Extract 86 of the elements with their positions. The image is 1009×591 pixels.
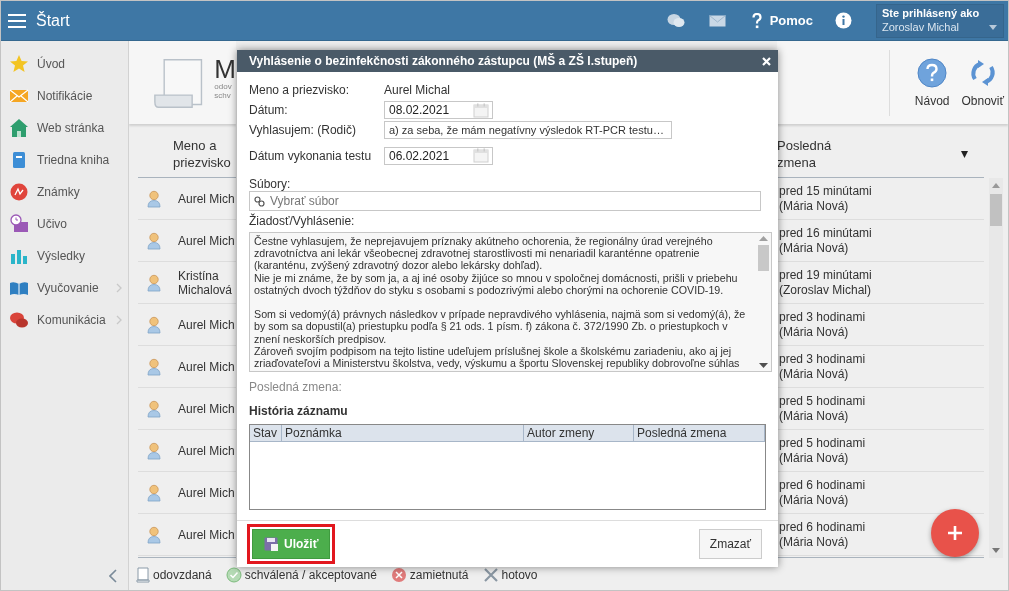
chat-icon <box>9 310 29 330</box>
statement-text-area[interactable]: Čestne vyhlasujem, že neprejavujem príznaky akútneho ochorenia, že regionálny úrad verejného zdravotníctva ani lekár všeobecnej zdravotnej starostlivosti mi nenariadil karanténne opatrenie (karanténu, zvýšený zdravotný dozor alebo lekársky dohľad). Nie je mi známe, že by som ja, a aj iné osoby žijúce so mnou v spoločnej domácnosti, prišli v priebehu ostatných dvoch týždňov do styku s osobami s podozrivými alebo chorými na ochorenie COVID-19. Som si vedomý(á) právnych následkov v prípade nepravdivého vyhlásenia, najmä som si vedomý(á), že by som sa dopustil(a) priestupku podľa § 21 ods. 1 písm. f) zákona č. 372/1990 Zb. o priestupkoch v znení neskorších predpisov. Zároveň svojím podpisom na tejto listine udeľujem príslušnej škole a školskému zariadeniu, ako aj jej zriaďovateľovi a Ministerstvu školstva, vedy, výskumu a športu Slovenskej republiky dobrovoľne súhlas <box>249 232 772 373</box>
field-label: Dátum: <box>249 103 289 117</box>
plus-icon <box>947 525 963 541</box>
question-mark-icon[interactable] <box>751 12 762 29</box>
person-icon <box>147 483 161 502</box>
page-description: odov <box>214 81 233 91</box>
person-icon <box>147 399 161 418</box>
column-header[interactable]: Poznámka <box>282 425 524 442</box>
close-icon <box>762 56 771 66</box>
legend-label: odovzdaná <box>153 567 212 582</box>
field-value: Aurel Michal <box>384 83 451 97</box>
scroll-up-icon[interactable] <box>992 183 1000 188</box>
grade-icon <box>9 182 29 202</box>
sidebar-item[interactable]: Výsledky <box>1 240 128 272</box>
menu-icon[interactable] <box>8 13 26 28</box>
table-cell: Aurel Mich <box>178 485 236 500</box>
legend-label: schválená / akceptované <box>244 567 377 582</box>
sidebar-item[interactable]: Web stránka <box>1 112 128 144</box>
legend-label: zamietnutá <box>409 567 469 582</box>
column-header[interactable]: Stav <box>250 425 282 442</box>
table-cell: Aurel Mich <box>178 359 236 374</box>
legend-label: hotovo <box>501 567 538 582</box>
toolbar-button[interactable]: Návod <box>906 57 958 108</box>
date-field[interactable]: 08.02.2021 <box>384 101 493 119</box>
field-label: Posledná zmena: <box>249 380 343 395</box>
scrollbar-thumb[interactable] <box>990 194 1002 226</box>
person-icon <box>147 273 161 292</box>
field-label: Vyhlasujem: (Rodič) <box>249 123 357 137</box>
help-icon <box>917 57 948 88</box>
link-icon <box>254 195 265 207</box>
column-header[interactable]: Posledná zmena <box>634 425 765 442</box>
page-title: Štart <box>36 11 71 30</box>
user-menu[interactable]: Ste prihlásený ako Zoroslav Michal <box>876 3 1004 38</box>
help-link[interactable]: Pomoc <box>769 13 813 28</box>
sidebar-item[interactable]: Vyučovanie <box>1 272 128 304</box>
clock-icon <box>9 214 29 234</box>
delete-button[interactable]: Zmazať <box>698 529 762 559</box>
field-label: Meno a priezvisko: <box>249 83 351 97</box>
page-heading: M <box>214 55 236 82</box>
collapse-icon[interactable] <box>109 569 117 583</box>
person-icon <box>147 189 161 208</box>
person-icon <box>147 315 161 334</box>
scroll-up-icon[interactable] <box>759 236 768 241</box>
sidebar-item[interactable]: Učivo <box>1 208 128 240</box>
scroll-down-icon[interactable] <box>759 363 768 369</box>
section-heading: História záznamu <box>249 404 349 419</box>
dropdown[interactable]: a) za seba, že mám negatívny výsledok RT-PCR testu… <box>384 121 672 139</box>
scrollbar-thumb[interactable] <box>758 245 769 271</box>
caret-icon <box>989 24 997 30</box>
person-icon <box>147 231 161 250</box>
envelope-icon[interactable] <box>708 14 726 27</box>
field-label: Dátum vykonania testu <box>249 148 373 163</box>
add-button[interactable] <box>931 509 979 557</box>
table-cell: Aurel Mich <box>178 401 236 416</box>
person-icon <box>147 441 161 460</box>
file-picker[interactable]: Vybrať súbor <box>249 191 761 211</box>
sidebar-item[interactable]: Notifikácie <box>1 80 128 112</box>
date-field[interactable]: 06.02.2021 <box>384 146 493 165</box>
sidebar-item[interactable]: Známky <box>1 176 128 208</box>
document-icon <box>136 566 150 583</box>
sidebar-item[interactable]: Úvod <box>1 48 128 80</box>
person-icon <box>147 525 161 544</box>
column-header[interactable]: Meno a priezvisko <box>138 131 236 178</box>
table-cell: Aurel Mich <box>178 317 236 332</box>
chat-icon[interactable] <box>666 12 685 29</box>
table-cell: Aurel Mich <box>178 233 236 248</box>
table-cell: Aurel Mich <box>178 527 236 542</box>
house-icon <box>9 118 29 138</box>
star-icon <box>9 54 29 74</box>
page-description: schv <box>214 90 232 100</box>
table-cell: Aurel Mich <box>178 191 236 206</box>
scrollbar[interactable] <box>989 178 1003 558</box>
sidebar-item[interactable]: Triedna kniha <box>1 144 128 176</box>
info-icon[interactable] <box>835 12 852 29</box>
field-label: Súbory: <box>249 177 292 191</box>
column-header[interactable]: Autor zmeny <box>524 425 634 442</box>
toolbar-button[interactable]: Obnoviť <box>957 57 1008 108</box>
table-cell-text: Kristína Michalová <box>178 268 234 297</box>
close-button[interactable] <box>762 56 771 66</box>
sidebar-item[interactable]: Komunikácia <box>1 304 128 336</box>
person-icon <box>147 357 161 376</box>
table-cell: Aurel Mich <box>178 443 236 458</box>
field-label: Žiadosť/Vyhlásenie: <box>249 214 356 228</box>
scroll-down-icon[interactable] <box>992 548 1000 553</box>
dialog-title: Vyhlásenie o bezinfekčnosti zákonného zástupcu (MŠ a ZŠ I.stupeň) <box>249 54 639 68</box>
